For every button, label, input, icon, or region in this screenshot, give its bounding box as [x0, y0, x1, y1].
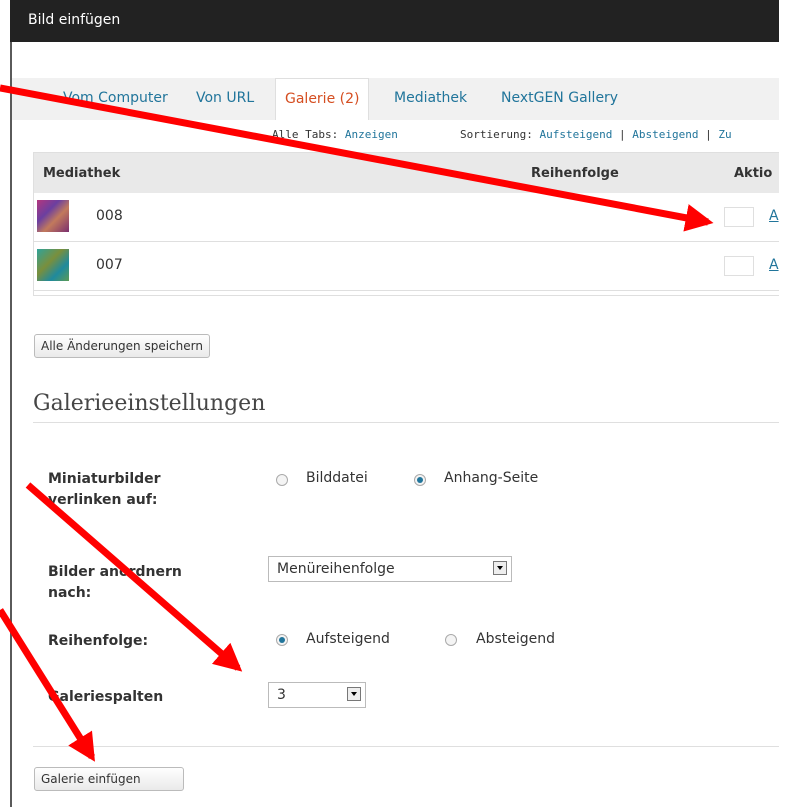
order-ascending-label: Aufsteigend: [306, 631, 390, 647]
order-label: Reihenfolge:: [48, 633, 149, 649]
columns-label: Galeriespalten: [48, 689, 164, 705]
header-media: Mediathek: [43, 166, 121, 181]
table-row: 008 A: [34, 193, 779, 242]
table-header: Mediathek Reihenfolge Aktio: [34, 153, 779, 194]
sort-separator: |: [705, 128, 712, 141]
link-to-label-line-2: verlinken auf:: [48, 492, 158, 508]
link-file-label: Bilddatei: [306, 470, 368, 486]
dialog-titlebar: Bild einfügen: [10, 0, 779, 42]
columns-value: 3: [277, 687, 286, 703]
tab-vom-computer[interactable]: Vom Computer: [63, 90, 168, 106]
show-all-tabs-link[interactable]: Anzeigen: [345, 128, 398, 141]
order-input[interactable]: [724, 207, 754, 227]
sort-more-link[interactable]: Zu: [718, 128, 731, 141]
tab-nextgen-gallery[interactable]: NextGEN Gallery: [501, 90, 618, 106]
divider: [33, 746, 779, 747]
chevron-down-icon: [493, 561, 507, 575]
tab-galerie[interactable]: Galerie (2): [275, 78, 370, 120]
link-file-radio[interactable]: [276, 474, 288, 486]
gallery-table: Mediathek Reihenfolge Aktio 008 A 007 A: [33, 152, 779, 296]
sort-label: Sortierung:: [460, 128, 533, 141]
order-by-value: Menüreihenfolge: [277, 561, 395, 577]
dialog-title: Bild einfügen: [28, 12, 121, 28]
order-by-label: Bilder anordnern nach:: [48, 562, 182, 604]
columns-select[interactable]: 3: [268, 682, 366, 708]
table-row: 007 A: [34, 242, 779, 291]
all-tabs-label: Alle Tabs:: [272, 128, 339, 141]
sort-descending-link[interactable]: Absteigend: [632, 128, 698, 141]
show-link[interactable]: A: [769, 208, 779, 224]
right-margin: [779, 0, 791, 807]
link-to-label-line-1: Miniaturbilder: [48, 471, 161, 487]
link-attachment-label: Anhang-Seite: [444, 470, 539, 486]
show-link[interactable]: A: [769, 257, 779, 273]
image-thumbnail[interactable]: [37, 249, 69, 281]
image-title: 008: [96, 208, 123, 224]
tab-mediathek[interactable]: Mediathek: [394, 90, 467, 106]
window-left-border: [10, 0, 12, 807]
divider: [33, 422, 779, 423]
link-attachment-radio[interactable]: [414, 474, 426, 486]
order-by-label-line-2: nach:: [48, 585, 92, 601]
link-to-label: Miniaturbilder verlinken auf:: [48, 469, 161, 511]
header-order: Reihenfolge: [531, 166, 619, 181]
image-title: 007: [96, 257, 123, 273]
header-actions: Aktio: [734, 166, 773, 181]
order-by-select[interactable]: Menüreihenfolge: [268, 556, 512, 582]
order-input[interactable]: [724, 256, 754, 276]
sort-ascending-link[interactable]: Aufsteigend: [539, 128, 612, 141]
sort-separator: |: [618, 128, 626, 141]
order-descending-radio[interactable]: [445, 634, 457, 646]
gallery-settings-title: Galerieeinstellungen: [33, 391, 266, 416]
order-ascending-radio[interactable]: [276, 634, 288, 646]
chevron-down-icon: [347, 687, 361, 701]
tab-von-url[interactable]: Von URL: [196, 90, 254, 106]
order-descending-label: Absteigend: [476, 631, 556, 647]
save-all-changes-button[interactable]: Alle Änderungen speichern: [34, 334, 210, 358]
all-tabs-control: Alle Tabs: Anzeigen: [272, 128, 398, 141]
order-by-label-line-1: Bilder anordnern: [48, 564, 182, 580]
insert-gallery-button[interactable]: Galerie einfügen: [34, 767, 184, 791]
image-thumbnail[interactable]: [37, 200, 69, 232]
sort-control: Sortierung: Aufsteigend | Absteigend | Z…: [460, 128, 732, 141]
